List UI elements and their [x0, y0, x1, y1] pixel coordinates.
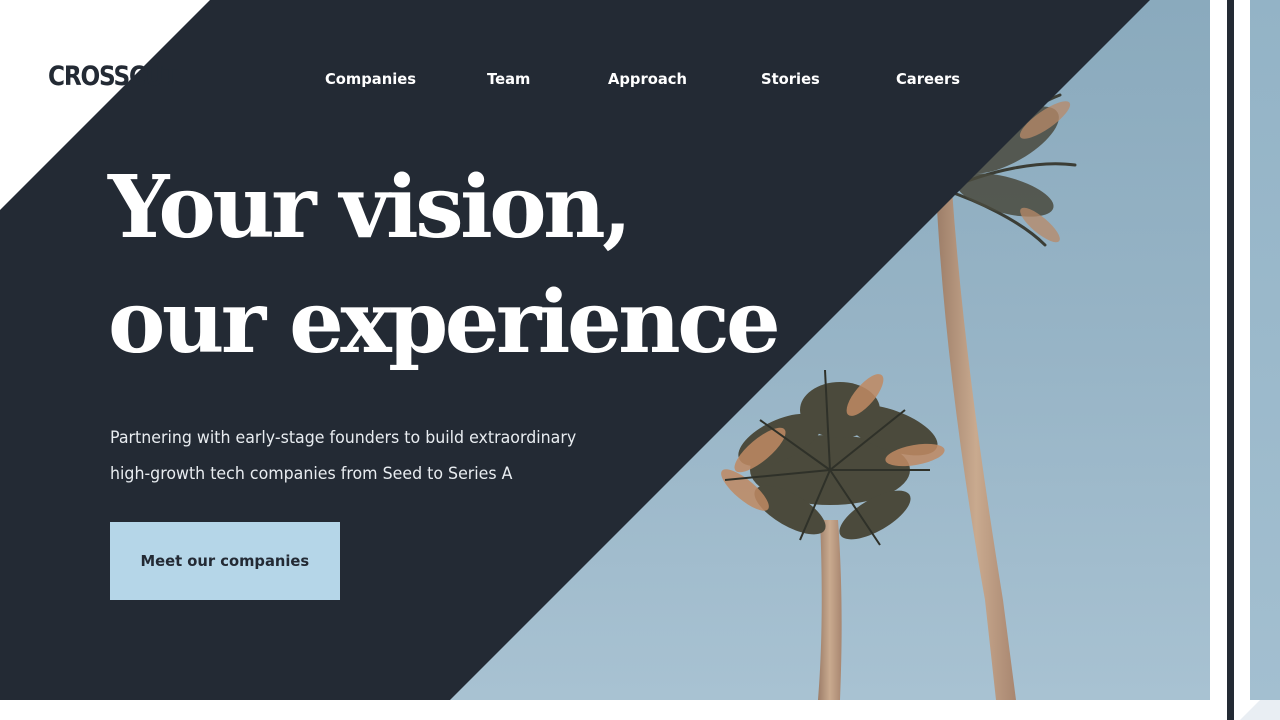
hero-subheading-line-1: Partnering with early-stage founders to … — [110, 428, 577, 448]
section-divider — [1227, 0, 1234, 720]
nav-link-careers[interactable]: Careers — [896, 68, 960, 90]
next-slide-preview[interactable] — [1250, 0, 1280, 700]
nav-link-team[interactable]: Team — [487, 68, 530, 90]
next-slide-corner — [1240, 700, 1280, 720]
hero-headline-line-2: our experience — [108, 272, 781, 373]
hero-section: CROSSCUT Companies Team Approach Stories… — [0, 0, 1210, 700]
cta-label: Meet our companies — [140, 552, 310, 570]
meet-our-companies-button[interactable]: Meet our companies — [110, 522, 340, 600]
crosscut-logo[interactable]: CROSSCUT — [48, 60, 178, 94]
nav-link-companies[interactable]: Companies — [325, 68, 416, 90]
hero-headline-line-1: Your vision, — [108, 157, 632, 258]
hero-subheading-line-2: high-growth tech companies from Seed to … — [110, 464, 513, 484]
nav-link-approach[interactable]: Approach — [608, 68, 687, 90]
nav-link-stories[interactable]: Stories — [761, 68, 820, 90]
